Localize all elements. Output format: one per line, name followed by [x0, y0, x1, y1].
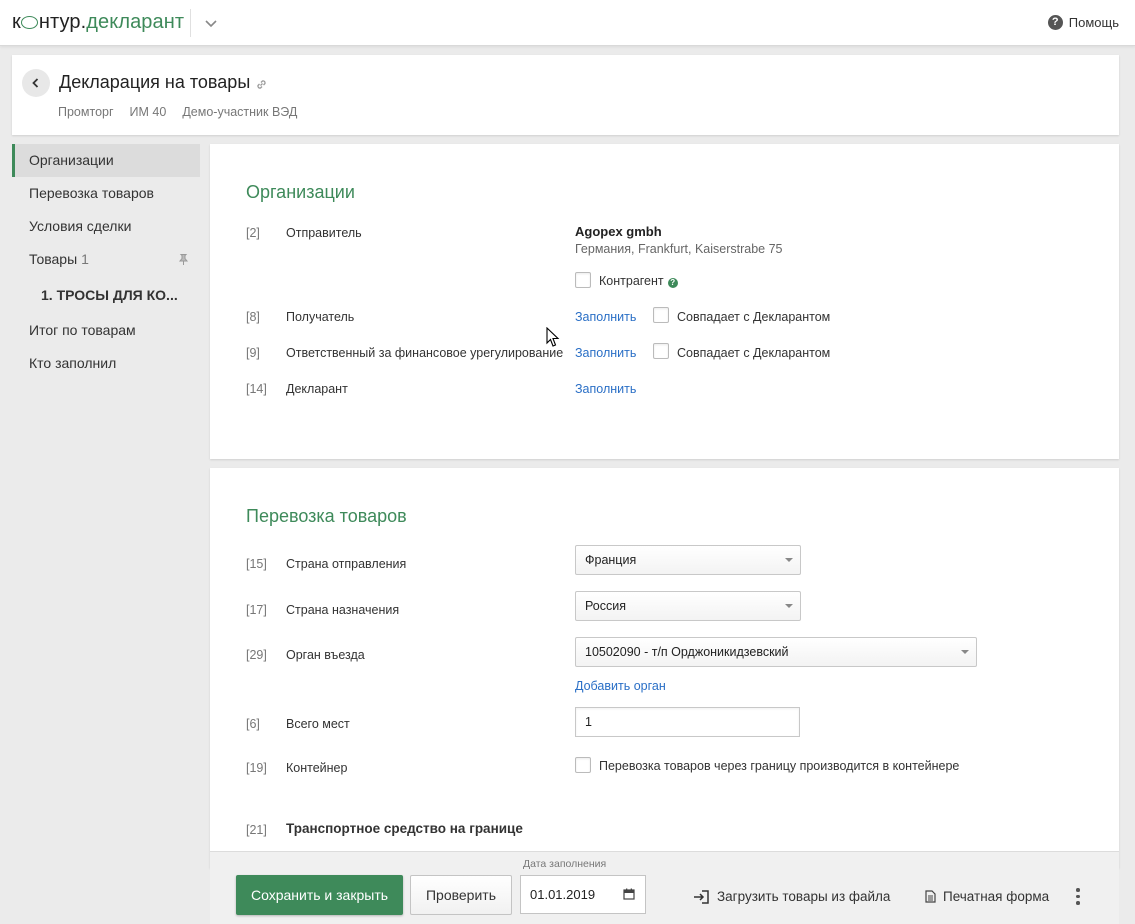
- field-label: Декларант: [286, 382, 348, 396]
- field-number: [19]: [246, 761, 267, 775]
- sender-address: Германия, Frankfurt, Kaiserstrabe 75: [575, 242, 783, 256]
- field-number: [17]: [246, 603, 267, 617]
- section-title: Организации: [246, 182, 355, 202]
- meta-item: Промторг: [58, 105, 114, 119]
- upload-goods-button[interactable]: Загрузить товары из файла: [693, 889, 890, 904]
- checkbox-label: Перевозка товаров через границу производ…: [599, 759, 960, 773]
- section-title: Перевозка товаров: [246, 506, 407, 526]
- field-label: Всего мест: [286, 717, 350, 731]
- checkbox-label: Совпадает с Декларантом: [677, 346, 831, 360]
- document-icon: [925, 890, 936, 903]
- entry-body-select[interactable]: 10502090 - т/п Орджоникидзевский: [575, 637, 977, 667]
- field-number: [8]: [246, 310, 260, 324]
- financial-same-checkbox[interactable]: [653, 343, 669, 359]
- field-number: [9]: [246, 346, 260, 360]
- document-meta: Промторг ИМ 40 Демо-участник ВЭД: [58, 105, 297, 119]
- top-bar: к нтур.декларант ? Помощь: [0, 0, 1135, 46]
- counterparty-checkbox[interactable]: [575, 272, 591, 288]
- field-number: [21]: [246, 823, 267, 837]
- chevron-down-icon[interactable]: [202, 14, 220, 32]
- field-label: Орган въезда: [286, 648, 365, 662]
- field-number: [14]: [246, 382, 267, 396]
- field-number: [6]: [246, 717, 260, 731]
- receiver-fill-link[interactable]: Заполнить: [575, 310, 636, 324]
- sender-name[interactable]: Agopex gmbh: [575, 224, 662, 239]
- caret-down-icon: [785, 558, 793, 562]
- field-label: Отправитель: [286, 226, 362, 240]
- checkbox-label: Совпадает с Декларантом: [677, 310, 831, 324]
- sidebar: Организации Перевозка товаров Условия сд…: [12, 144, 200, 380]
- caret-down-icon: [785, 604, 793, 608]
- field-heading: Транспортное средство на границе: [286, 821, 523, 836]
- calendar-icon[interactable]: [623, 888, 635, 900]
- more-options-icon[interactable]: [1076, 888, 1080, 908]
- receiver-same-checkbox[interactable]: [653, 307, 669, 323]
- field-label: Ответственный за финансовое урегулирован…: [286, 346, 564, 360]
- print-form-button[interactable]: Печатная форма: [925, 889, 1049, 904]
- add-entry-body-link[interactable]: Добавить орган: [575, 679, 666, 693]
- mouse-cursor-icon: [546, 327, 560, 347]
- goods-count: 1: [81, 251, 89, 267]
- meta-item: Демо-участник ВЭД: [182, 105, 298, 119]
- sidebar-item-goods-total[interactable]: Итог по товарам: [12, 314, 200, 347]
- sidebar-item-organizations[interactable]: Организации: [12, 144, 200, 177]
- declarant-fill-link[interactable]: Заполнить: [575, 382, 636, 396]
- counterparty-label: Контрагент?: [599, 274, 678, 288]
- app-logo[interactable]: к нтур.декларант: [12, 11, 184, 34]
- field-label: Контейнер: [286, 761, 348, 775]
- field-label: Страна назначения: [286, 603, 400, 617]
- page-title: Декларация на товары: [59, 72, 251, 92]
- save-close-button[interactable]: Сохранить и закрыть: [236, 875, 403, 915]
- action-bar: Сохранить и закрыть Проверить Дата запол…: [210, 851, 1119, 924]
- financial-fill-link[interactable]: Заполнить: [575, 346, 636, 360]
- check-button[interactable]: Проверить: [410, 875, 512, 915]
- destination-country-select[interactable]: Россия: [575, 591, 801, 621]
- meta-item: ИМ 40: [129, 105, 167, 119]
- sidebar-item-transport[interactable]: Перевозка товаров: [12, 177, 200, 210]
- back-button[interactable]: [22, 69, 50, 97]
- organizations-section: Организации [2] Отправитель Agopex gmbh …: [210, 144, 1119, 459]
- pin-icon[interactable]: [177, 253, 190, 266]
- transport-section: Перевозка товаров [15] Страна отправлени…: [210, 468, 1119, 868]
- departure-country-select[interactable]: Франция: [575, 545, 801, 575]
- question-icon[interactable]: ?: [667, 278, 678, 288]
- help-icon: ?: [1047, 15, 1063, 30]
- places-count-input[interactable]: 1: [575, 707, 800, 737]
- sidebar-item-goods-1[interactable]: 1. ТРОСЫ ДЛЯ КО...: [12, 276, 200, 314]
- sidebar-item-filled-by[interactable]: Кто заполнил: [12, 347, 200, 380]
- container-checkbox[interactable]: [575, 757, 591, 773]
- field-number: [15]: [246, 557, 267, 571]
- document-header: Декларация на товары Промторг ИМ 40 Демо…: [12, 55, 1119, 135]
- fill-date-input[interactable]: 01.01.2019: [520, 875, 646, 914]
- import-icon: [694, 889, 709, 904]
- field-number: [29]: [246, 648, 267, 662]
- sidebar-item-goods[interactable]: Товары 1: [12, 243, 200, 276]
- sidebar-item-deal-terms[interactable]: Условия сделки: [12, 210, 200, 243]
- field-number: [2]: [246, 226, 260, 240]
- field-label: Получатель: [286, 310, 355, 324]
- caret-down-icon: [961, 650, 969, 654]
- field-label: Страна отправления: [286, 557, 407, 571]
- link-icon[interactable]: [255, 78, 268, 91]
- chevron-left-icon: [32, 78, 39, 88]
- date-caption: Дата заполнения: [523, 858, 607, 870]
- divider: [190, 9, 191, 37]
- help-label: Помощь: [1068, 15, 1119, 30]
- help-link[interactable]: ? Помощь: [1047, 15, 1119, 30]
